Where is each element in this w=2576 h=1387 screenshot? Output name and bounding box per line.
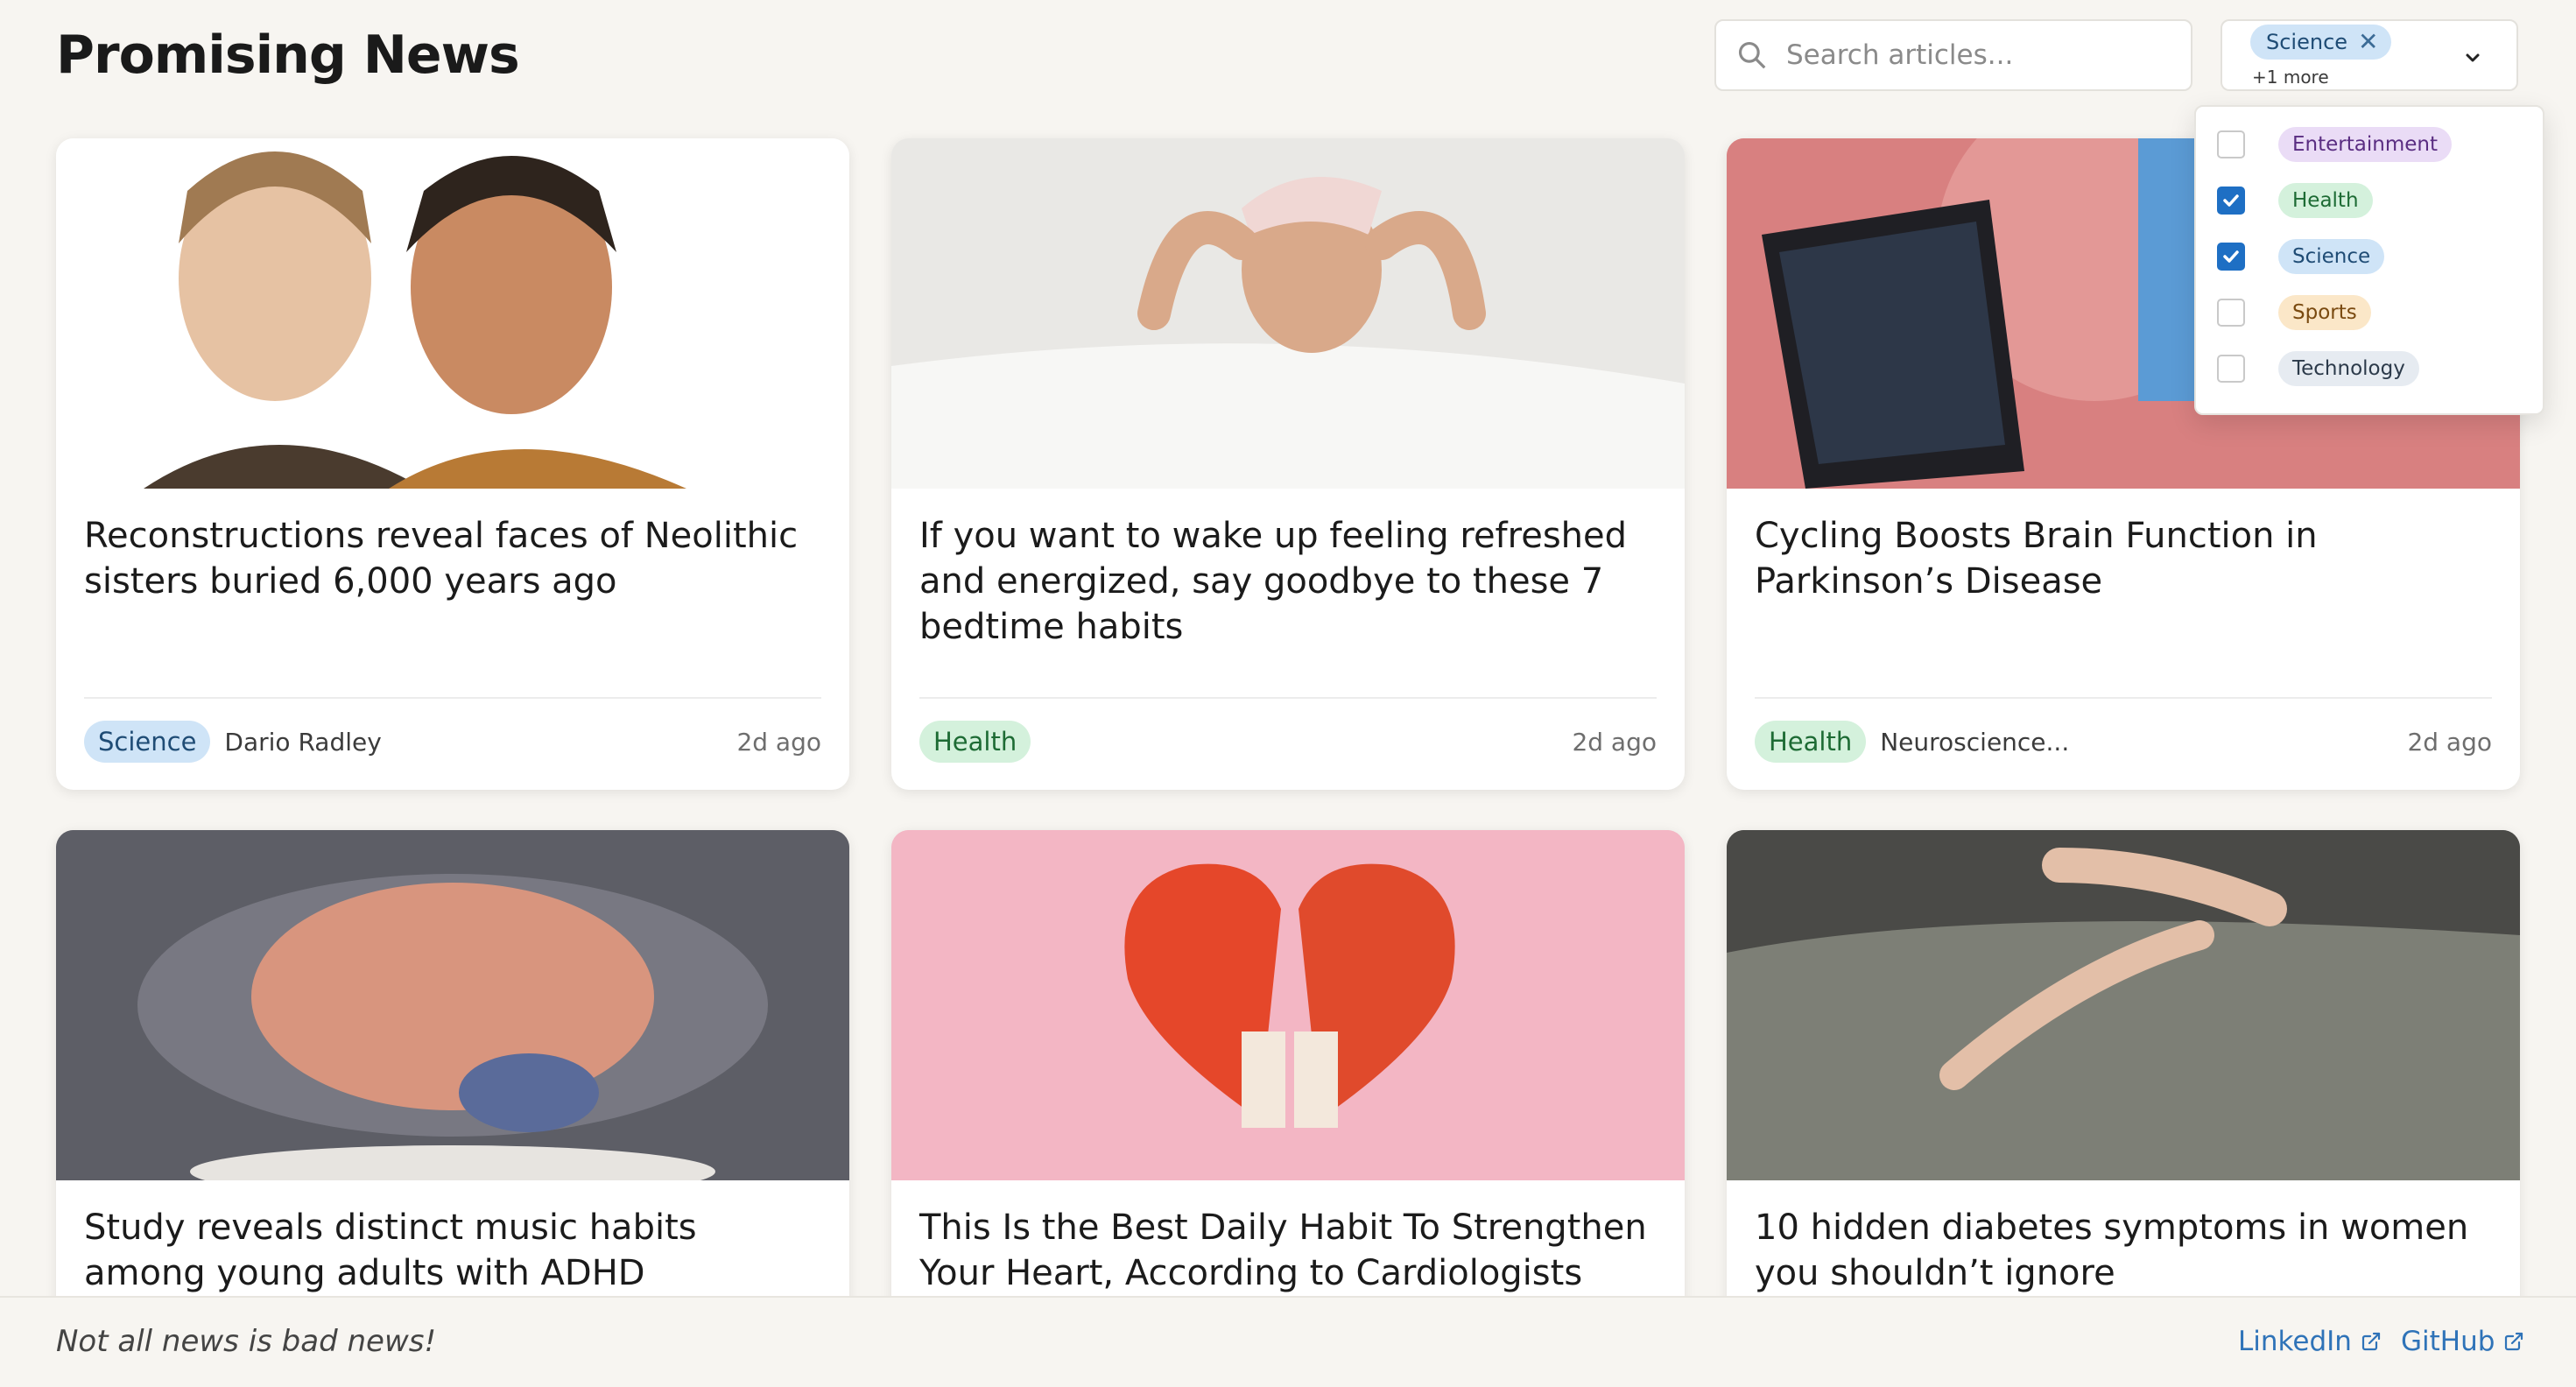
footer: Not all news is bad news! LinkedIn GitHu… bbox=[0, 1296, 2576, 1387]
search-icon bbox=[1738, 41, 1766, 69]
dropdown-option-sports[interactable]: Sports bbox=[2217, 292, 2371, 333]
checkbox-checked[interactable] bbox=[2217, 243, 2245, 271]
checkbox-checked[interactable] bbox=[2217, 187, 2245, 215]
external-link-icon bbox=[2361, 1332, 2381, 1351]
category-chip: Entertainment bbox=[2278, 127, 2452, 162]
article-image-neolithic-faces bbox=[56, 138, 849, 489]
github-link-label: GitHub bbox=[2401, 1326, 2495, 1357]
dropdown-option-technology[interactable]: Technology bbox=[2217, 349, 2419, 389]
dropdown-option-health[interactable]: Health bbox=[2217, 180, 2373, 221]
chevron-down-icon[interactable] bbox=[2462, 47, 2483, 68]
category-filter-select[interactable]: Science ✕ +1 more bbox=[2221, 19, 2518, 91]
article-age: 2d ago bbox=[1572, 727, 1657, 757]
article-card[interactable]: Reconstructions reveal faces of Neolithi… bbox=[56, 138, 849, 790]
article-image-brain-with-music-notes bbox=[56, 830, 849, 1180]
article-author: Neuroscience... bbox=[1880, 727, 2070, 757]
article-age: 2d ago bbox=[2407, 727, 2492, 757]
remove-chip-icon[interactable]: ✕ bbox=[2358, 30, 2378, 54]
article-card[interactable]: If you want to wake up feeling refreshed… bbox=[891, 138, 1685, 790]
article-title[interactable]: Reconstructions reveal faces of Neolithi… bbox=[84, 513, 821, 604]
github-link[interactable]: GitHub bbox=[2401, 1326, 2524, 1357]
linkedin-link-label: LinkedIn bbox=[2238, 1326, 2352, 1357]
search-box[interactable] bbox=[1714, 19, 2192, 91]
category-chip: Technology bbox=[2278, 351, 2419, 386]
category-tag: Health bbox=[919, 721, 1031, 763]
article-author: Dario Radley bbox=[224, 727, 382, 757]
footer-tagline: Not all news is bad news! bbox=[56, 1324, 437, 1359]
more-selected-count: +1 more bbox=[2252, 67, 2329, 88]
dropdown-option-entertainment[interactable]: Entertainment bbox=[2217, 124, 2452, 165]
article-title[interactable]: Cycling Boosts Brain Function in Parkins… bbox=[1755, 513, 2492, 604]
article-image-itchy-arm-bed bbox=[1727, 830, 2520, 1180]
article-title[interactable]: 10 hidden diabetes symptoms in women you… bbox=[1755, 1205, 2492, 1296]
checkmark-icon bbox=[2223, 250, 2239, 263]
checkbox[interactable] bbox=[2217, 355, 2245, 383]
selected-category-chip[interactable]: Science ✕ bbox=[2250, 25, 2391, 60]
article-age: 2d ago bbox=[736, 727, 821, 757]
external-link-icon bbox=[2505, 1332, 2523, 1351]
category-chip: Science bbox=[2278, 239, 2385, 274]
linkedin-link[interactable]: LinkedIn bbox=[2238, 1326, 2382, 1357]
article-meta: Science Dario Radley 2d ago bbox=[84, 720, 821, 764]
article-title[interactable]: This Is the Best Daily Habit To Strength… bbox=[919, 1205, 1657, 1296]
checkmark-icon bbox=[2223, 194, 2239, 207]
article-meta: Health 2d ago bbox=[919, 720, 1657, 764]
article-image-woman-waking-up bbox=[891, 138, 1685, 489]
article-title[interactable]: If you want to wake up feeling refreshed… bbox=[919, 513, 1657, 650]
selected-category-label: Science bbox=[2266, 30, 2348, 54]
article-meta: Health Neuroscience... 2d ago bbox=[1755, 720, 2492, 764]
checkbox[interactable] bbox=[2217, 130, 2245, 158]
category-chip: Health bbox=[2278, 183, 2373, 218]
checkbox[interactable] bbox=[2217, 299, 2245, 327]
category-chip: Sports bbox=[2278, 295, 2371, 330]
article-image-boxing-gloves-heart bbox=[891, 830, 1685, 1180]
dropdown-option-science[interactable]: Science bbox=[2217, 236, 2385, 277]
category-dropdown: Entertainment Health Science Sports Tech… bbox=[2194, 105, 2544, 415]
category-tag: Health bbox=[1755, 721, 1867, 763]
search-input[interactable] bbox=[1786, 39, 2171, 71]
category-tag: Science bbox=[84, 721, 211, 763]
page-title: Promising News bbox=[56, 25, 520, 86]
card-divider bbox=[919, 697, 1657, 699]
card-divider bbox=[1755, 697, 2492, 699]
card-divider bbox=[84, 697, 821, 699]
